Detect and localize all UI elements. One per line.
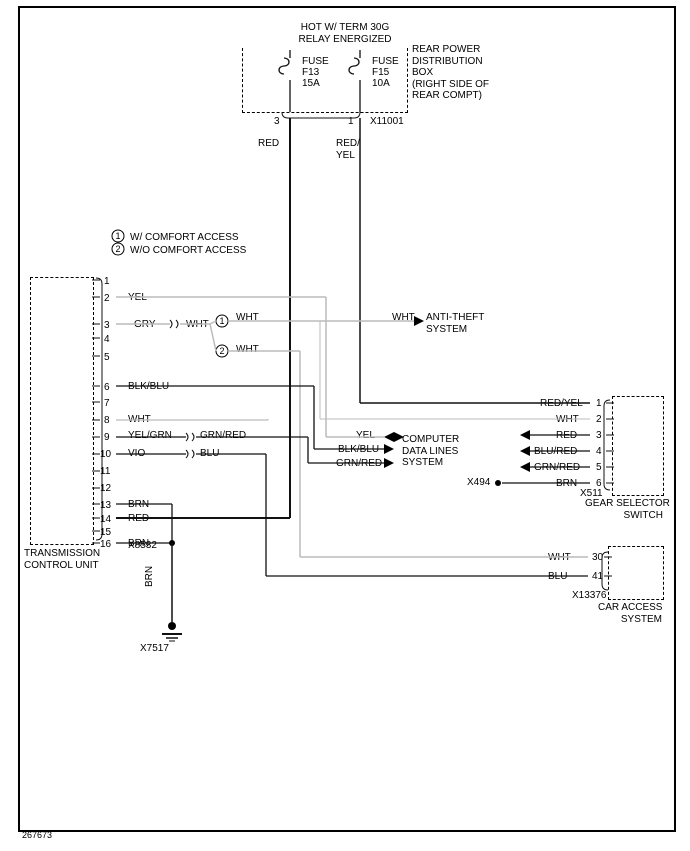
tcu-pin-16: 16: [100, 539, 111, 551]
tcu-pin-1: 1: [104, 276, 110, 288]
gss-pin-1: 1: [596, 398, 602, 410]
wire-tcu13: BRN: [128, 499, 149, 511]
gss-pin-5: 5: [596, 462, 602, 474]
wire-tcu14: RED: [128, 513, 149, 525]
tcu-pin-4: 4: [104, 334, 110, 346]
fuse-f15-amp: 10A: [372, 78, 390, 90]
wire-tcu4a: GRY: [134, 319, 156, 331]
tcu-pin-13: 13: [100, 500, 111, 512]
tcu-label: TRANSMISSION CONTROL UNIT: [24, 548, 100, 571]
cas-box: [608, 546, 664, 600]
cas-label: CAR ACCESS SYSTEM: [598, 602, 662, 625]
cas-pin-41: 41: [592, 571, 603, 583]
gss-box: [612, 396, 664, 496]
fuse-f15-label: FUSE: [372, 56, 399, 68]
gss-pin-3: 3: [596, 430, 602, 442]
cas-pin-30: 30: [592, 552, 603, 564]
wire-gss3: RED: [556, 430, 577, 442]
tcu-pin-7: 7: [104, 398, 110, 410]
wire-tcu4dn: WHT: [236, 344, 259, 356]
tcu-pin-2: 2: [104, 293, 110, 305]
note2-text: W/O COMFORT ACCESS: [130, 245, 246, 257]
cas-conn: X13376: [572, 590, 606, 602]
gss-pin-2: 2: [596, 414, 602, 426]
gss-pin-4: 4: [596, 446, 602, 458]
wire-redyel: RED/ YEL: [336, 138, 360, 161]
wire-red: RED: [258, 138, 279, 150]
tcu-pin-8: 8: [104, 415, 110, 427]
wire-tcu16: BRN: [128, 538, 149, 550]
wire-tcu9a: YEL/GRN: [128, 430, 172, 442]
rpdb-conn: X11001: [370, 116, 404, 128]
wire-cds-grnred: GRN/RED: [336, 458, 382, 470]
gss-conn: X511: [580, 488, 603, 500]
anti-theft-label: ANTI-THEFT SYSTEM: [426, 312, 484, 335]
wire-anti-wht: WHT: [392, 312, 415, 324]
wire-tcu10a: VIO: [128, 448, 145, 460]
wire-tcu2: YEL: [128, 292, 147, 304]
wire-tcu9b: GRN/RED: [200, 430, 246, 442]
wire-gss1: RED/YEL: [540, 398, 583, 410]
wire-tcu6: BLK/BLU: [128, 381, 169, 393]
wire-cds-yel: YEL: [356, 430, 375, 442]
fuse-f13-amp: 15A: [302, 78, 320, 90]
tcu-pin-12: 12: [100, 483, 111, 495]
footer-ref: 267673: [22, 830, 52, 840]
fuse-f13-name: F13: [302, 67, 319, 79]
tcu-pin-6: 6: [104, 382, 110, 394]
tcu-pin-11: 11: [100, 466, 110, 478]
wire-cas41: BLU: [548, 571, 567, 583]
gss-pin-6: 6: [596, 478, 602, 490]
ground-ref: X7517: [140, 643, 169, 655]
tcu-pin-5: 5: [104, 352, 110, 364]
rpdb-pin-1: 1: [348, 116, 354, 128]
tcu-pin-3: 3: [104, 320, 110, 332]
wire-cds-blkblu: BLK/BLU: [338, 444, 379, 456]
tcu-box: [30, 277, 94, 545]
wire-tcu10b: BLU: [200, 448, 219, 460]
tcu-pin-14: 14: [100, 514, 111, 526]
tcu-pin-9: 9: [104, 432, 110, 444]
wire-cas30: WHT: [548, 552, 571, 564]
wire-tcu8: WHT: [128, 414, 151, 426]
wire-gnd: BRN: [144, 566, 156, 587]
tcu-pin-10: 10: [100, 449, 111, 461]
rpdb-label: REAR POWER DISTRIBUTION BOX (RIGHT SIDE …: [412, 44, 489, 102]
cds-label: COMPUTER DATA LINES SYSTEM: [402, 434, 459, 469]
wire-gss2: WHT: [556, 414, 579, 426]
wire-tcu4b: WHT: [186, 319, 209, 331]
note1-text: W/ COMFORT ACCESS: [130, 232, 239, 244]
wire-tcu4up: WHT: [236, 312, 259, 324]
tcu-pin-15: 15: [100, 527, 111, 539]
gss-label: GEAR SELECTOR SWITCH: [585, 498, 663, 521]
title: HOT W/ TERM 30G RELAY ENERGIZED: [260, 22, 430, 45]
wire-gss5: GRN/RED: [534, 462, 580, 474]
wire-gss6: BRN: [556, 478, 577, 490]
fuse-f13-label: FUSE: [302, 56, 329, 68]
fuse-f15-name: F15: [372, 67, 389, 79]
rpdb-pin-3: 3: [274, 116, 280, 128]
gss-conn2: X494: [467, 477, 490, 489]
wire-gss4: BLU/RED: [534, 446, 577, 458]
